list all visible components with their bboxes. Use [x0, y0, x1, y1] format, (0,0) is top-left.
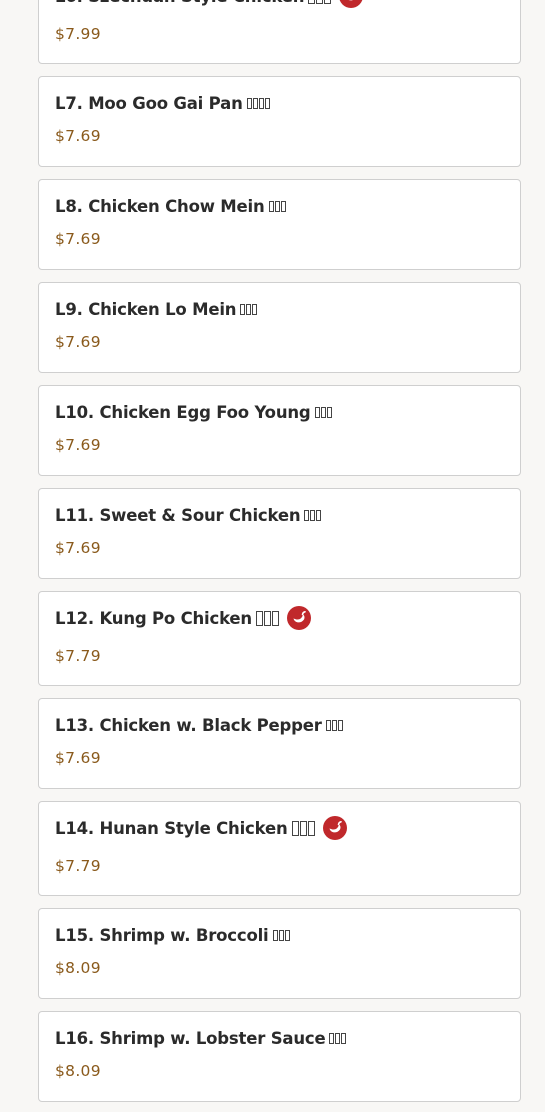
menu-item-name: L16. Shrimp w. Lobster Sauce: [55, 1028, 326, 1048]
menu-item-name: L9. Chicken Lo Mein: [55, 299, 237, 319]
missing-glyph-box: [263, 610, 271, 626]
menu-item-card[interactable]: L12. Kung Po Chicken $7.79: [38, 591, 521, 686]
missing-glyph-box: [325, 719, 331, 731]
missing-glyph-box: [335, 1032, 341, 1044]
chinese-name-glyphs: [255, 610, 279, 626]
menu-item-title-row: L10. Chicken Egg Foo Young: [55, 399, 332, 425]
chili-pepper-icon: [322, 816, 347, 840]
missing-glyph-box: [246, 303, 252, 315]
menu-item-title-row: L13. Chicken w. Black Pepper: [55, 712, 343, 738]
menu-item-card[interactable]: L16. Shrimp w. Lobster Sauce $8.09: [38, 1011, 521, 1102]
menu-item-price: $8.09: [55, 959, 101, 977]
missing-glyph-box: [291, 820, 299, 836]
missing-glyph-box: [329, 1032, 335, 1044]
menu-item-price: $7.69: [55, 749, 101, 767]
menu-item-title-row: L9. Chicken Lo Mein: [55, 296, 258, 322]
missing-glyph-box: [337, 719, 343, 731]
menu-item-card[interactable]: L11. Sweet & Sour Chicken $7.69: [38, 488, 521, 579]
chili-pepper-icon: [339, 0, 363, 8]
menu-item-price: $7.69: [55, 127, 101, 145]
menu-item-name: L6. Szechuan Style Chicken: [55, 0, 304, 6]
chinese-name-glyphs: [246, 97, 270, 109]
menu-item-card[interactable]: L7. Moo Goo Gai Pan $7.69: [38, 76, 521, 167]
missing-glyph-box: [280, 200, 286, 212]
missing-glyph-box: [308, 0, 316, 4]
menu-item-card[interactable]: L13. Chicken w. Black Pepper $7.69: [38, 698, 521, 789]
chinese-name-glyphs: [329, 1032, 347, 1044]
missing-glyph-box: [264, 97, 270, 109]
chinese-name-glyphs: [325, 719, 343, 731]
menu-item-title-row: L12. Kung Po Chicken: [55, 605, 311, 631]
menu-item-card[interactable]: L10. Chicken Egg Foo Young $7.69: [38, 385, 521, 476]
chinese-name-glyphs: [272, 929, 290, 941]
chinese-name-glyphs: [240, 303, 258, 315]
missing-glyph-box: [314, 406, 320, 418]
chinese-name-glyphs: [291, 820, 315, 836]
menu-item-name: L13. Chicken w. Black Pepper: [55, 715, 322, 735]
menu-item-name: L11. Sweet & Sour Chicken: [55, 505, 301, 525]
missing-glyph-box: [331, 719, 337, 731]
menu-item-name: L10. Chicken Egg Foo Young: [55, 402, 311, 422]
menu-item-list: L6. Szechuan Style Chicken $7.99 L7. Moo G…: [38, 0, 521, 1112]
missing-glyph-box: [326, 406, 332, 418]
chinese-name-glyphs: [268, 200, 286, 212]
missing-glyph-box: [258, 97, 264, 109]
menu-item-price: $7.69: [55, 436, 101, 454]
missing-glyph-box: [299, 820, 307, 836]
menu-item-price: $7.99: [55, 25, 101, 43]
menu-item-name: L7. Moo Goo Gai Pan: [55, 93, 243, 113]
menu-item-card[interactable]: L15. Shrimp w. Broccoli $8.09: [38, 908, 521, 999]
menu-item-name: L12. Kung Po Chicken: [55, 608, 252, 628]
menu-item-name: L8. Chicken Chow Mein: [55, 196, 265, 216]
chinese-name-glyphs: [314, 406, 332, 418]
menu-item-title-row: L8. Chicken Chow Mein: [55, 193, 286, 219]
missing-glyph-box: [316, 509, 322, 521]
menu-item-price: $7.79: [55, 647, 101, 665]
menu-item-price: $7.69: [55, 230, 101, 248]
missing-glyph-box: [316, 0, 324, 4]
missing-glyph-box: [274, 200, 280, 212]
menu-item-price: $7.79: [55, 857, 101, 875]
menu-item-title-row: L6. Szechuan Style Chicken: [55, 0, 363, 9]
missing-glyph-box: [252, 303, 258, 315]
missing-glyph-box: [324, 0, 332, 4]
chinese-name-glyphs: [308, 0, 332, 4]
menu-item-card[interactable]: L8. Chicken Chow Mein $7.69: [38, 179, 521, 270]
menu-item-price: $7.69: [55, 539, 101, 557]
menu-item-name: L15. Shrimp w. Broccoli: [55, 925, 269, 945]
menu-item-title-row: L7. Moo Goo Gai Pan: [55, 90, 270, 116]
missing-glyph-box: [278, 929, 284, 941]
missing-glyph-box: [310, 509, 316, 521]
menu-item-title-row: L16. Shrimp w. Lobster Sauce: [55, 1025, 347, 1051]
missing-glyph-box: [272, 929, 278, 941]
missing-glyph-box: [240, 303, 246, 315]
missing-glyph-box: [252, 97, 258, 109]
missing-glyph-box: [307, 820, 315, 836]
menu-item-card[interactable]: L6. Szechuan Style Chicken $7.99: [38, 0, 521, 64]
menu-item-title-row: L11. Sweet & Sour Chicken: [55, 502, 322, 528]
menu-item-card[interactable]: L14. Hunan Style Chicken $7.79: [38, 801, 521, 896]
menu-item-card[interactable]: L9. Chicken Lo Mein $7.69: [38, 282, 521, 373]
missing-glyph-box: [320, 406, 326, 418]
menu-item-name: L14. Hunan Style Chicken: [55, 818, 288, 838]
menu-item-price: $8.09: [55, 1062, 101, 1080]
menu-item-price: $7.69: [55, 333, 101, 351]
missing-glyph-box: [271, 610, 279, 626]
missing-glyph-box: [246, 97, 252, 109]
missing-glyph-box: [284, 929, 290, 941]
missing-glyph-box: [268, 200, 274, 212]
menu-item-title-row: L14. Hunan Style Chicken: [55, 815, 347, 841]
chili-pepper-icon: [286, 606, 311, 630]
chinese-name-glyphs: [304, 509, 322, 521]
missing-glyph-box: [341, 1032, 347, 1044]
missing-glyph-box: [255, 610, 263, 626]
menu-item-title-row: L15. Shrimp w. Broccoli: [55, 922, 290, 948]
missing-glyph-box: [304, 509, 310, 521]
